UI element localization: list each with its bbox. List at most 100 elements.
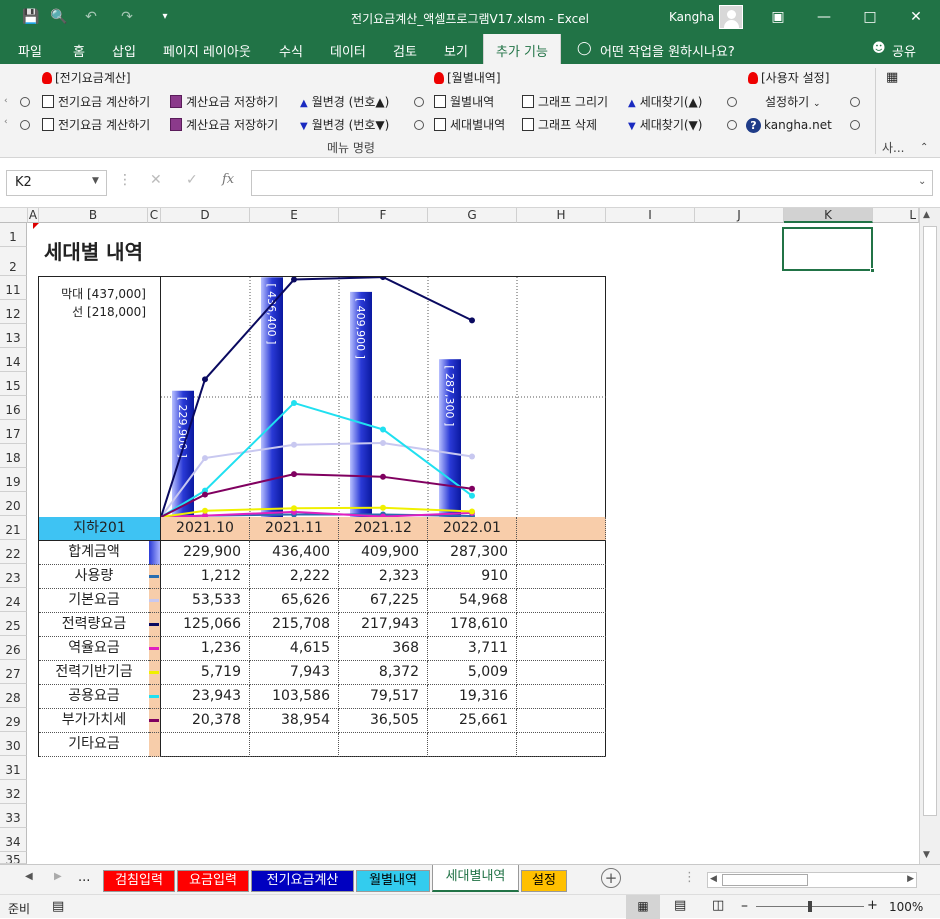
row-header[interactable]: 22 [0,540,27,564]
row-header[interactable]: 35 [0,852,27,864]
row-header[interactable]: 21 [0,516,27,540]
more-sheets-button[interactable]: ... [78,870,90,885]
tab-file[interactable]: 파일 [18,41,42,60]
page-break-icon[interactable]: ◫ [712,898,724,913]
tab-view[interactable]: 보기 [444,41,468,60]
radio-icon[interactable] [414,117,424,133]
scroll-up-icon[interactable]: ‹ [4,93,8,109]
add-sheet-icon[interactable]: + [601,868,621,888]
row-header[interactable]: 12 [0,300,27,324]
sheet-tab[interactable]: 설정 [521,870,567,892]
row-header[interactable]: 27 [0,660,27,684]
row-header[interactable]: 14 [0,348,27,372]
find-down-button[interactable]: ▼ 세대찾기(▼) [628,117,702,135]
sheet-tab[interactable]: 검침입력 [103,870,175,892]
redo-icon[interactable]: ↷ [116,8,138,26]
horizontal-scroll-thumb[interactable] [722,874,808,886]
sheet-tab[interactable]: 세대별내역 [432,865,519,892]
fill-handle[interactable] [870,268,875,273]
vertical-scrollbar[interactable]: ▲ ▼ [919,208,940,864]
save-calc-button-1[interactable]: 계산요금 저장하기 [170,94,278,110]
save-calc-button-2[interactable]: 계산요금 저장하기 [170,117,278,133]
graph-delete-button[interactable]: 그래프 삭제 [522,117,597,133]
find-up-button[interactable]: ▲ 세대찾기(▲) [628,94,702,112]
row-header[interactable]: 13 [0,324,27,348]
row-header[interactable]: 24 [0,588,27,612]
tab-data[interactable]: 데이터 [330,41,366,60]
cancel-icon[interactable]: ✕ [150,172,162,188]
row-header[interactable]: 15 [0,372,27,396]
col-header-a[interactable]: A [28,208,39,223]
monthly-button[interactable]: 월별내역 [434,94,494,110]
sheet-tab[interactable]: 월별내역 [356,870,430,892]
col-header-f[interactable]: F [339,208,428,223]
customize-icon[interactable]: ▾ [154,8,176,26]
next-sheet-icon[interactable]: ▶ [54,871,62,882]
radio-icon[interactable] [414,94,424,110]
col-header-l[interactable]: L [873,208,919,223]
prev-sheet-icon[interactable]: ◀ [25,871,33,882]
month-down-button[interactable]: ▼ 월변경 (번호▼) [300,117,389,135]
radio-icon[interactable] [850,94,860,110]
collapse-ribbon-icon[interactable]: ⌃ [920,140,928,156]
col-header-c[interactable]: C [148,208,161,223]
macro-record-icon[interactable]: ▤ [52,899,64,914]
radio-icon[interactable] [850,117,860,133]
scroll-down-arrow-icon[interactable]: ▼ [923,850,930,860]
share-button[interactable]: 공유 [892,41,916,60]
col-header-e[interactable]: E [250,208,339,223]
namebox-dropdown-icon[interactable]: ▼ [92,176,99,186]
save-icon[interactable]: 💾 [20,8,42,26]
col-header-i[interactable]: I [606,208,695,223]
zoom-slider-thumb[interactable] [808,901,812,912]
close-icon[interactable]: ✕ [901,6,931,28]
radio-icon[interactable] [20,117,30,133]
ribbon-display-icon[interactable]: ▣ [763,6,793,28]
row-header[interactable]: 26 [0,636,27,660]
row-header[interactable]: 29 [0,708,27,732]
calc-button-2[interactable]: 전기요금 계산하기 [42,117,150,133]
row-header[interactable]: 33 [0,804,27,828]
horizontal-scrollbar[interactable]: ◀ ▶ [707,872,917,888]
col-header-k[interactable]: K [784,208,873,223]
col-header-d[interactable]: D [161,208,250,223]
user-name[interactable]: Kangha [669,10,714,24]
scroll-up-arrow-icon[interactable]: ▲ [923,210,930,220]
month-up-button[interactable]: ▲ 월변경 (번호▲) [300,94,389,112]
enter-icon[interactable]: ✓ [186,172,198,188]
col-header-g[interactable]: G [428,208,517,223]
undo-icon[interactable]: ↶ [80,8,102,26]
tab-page-layout[interactable]: 페이지 레이아웃 [163,41,251,60]
row-header[interactable]: 17 [0,420,27,444]
tell-me-search[interactable]: 어떤 작업을 원하시나요? [600,41,735,60]
calc-button-1[interactable]: 전기요금 계산하기 [42,94,150,110]
row-header[interactable]: 30 [0,732,27,756]
row-header[interactable]: 2 [0,247,27,276]
share-icon[interactable]: ☻ [872,41,886,56]
avatar[interactable] [719,5,743,29]
tab-formulas[interactable]: 수식 [279,41,303,60]
row-header[interactable]: 28 [0,684,27,708]
zoom-in-icon[interactable]: + [867,898,878,913]
select-all-corner[interactable] [0,208,28,223]
sheet-tab[interactable]: 전기요금계산 [251,870,354,892]
normal-view-icon[interactable]: ▦ [626,895,660,919]
row-header[interactable]: 16 [0,396,27,420]
maximize-icon[interactable]: □ [855,6,885,28]
radio-icon[interactable] [20,94,30,110]
zoom-level[interactable]: 100% [889,900,923,914]
expand-formula-icon[interactable]: ⌄ [918,176,926,187]
row-header[interactable]: 31 [0,756,27,780]
row-header[interactable]: 32 [0,780,27,804]
radio-icon[interactable] [727,117,737,133]
row-header[interactable]: 20 [0,492,27,516]
col-header-b[interactable]: B [39,208,148,223]
sheet-tab[interactable]: 요금입력 [177,870,249,892]
row-header[interactable]: 34 [0,828,27,852]
col-header-h[interactable]: H [517,208,606,223]
vertical-scroll-thumb[interactable] [923,226,937,816]
scroll-right-icon[interactable]: ▶ [907,874,914,884]
tab-home[interactable]: 홈 [73,41,85,60]
tab-split-icon[interactable]: ⋮ [683,870,696,885]
graph-draw-button[interactable]: 그래프 그리기 [522,94,608,110]
